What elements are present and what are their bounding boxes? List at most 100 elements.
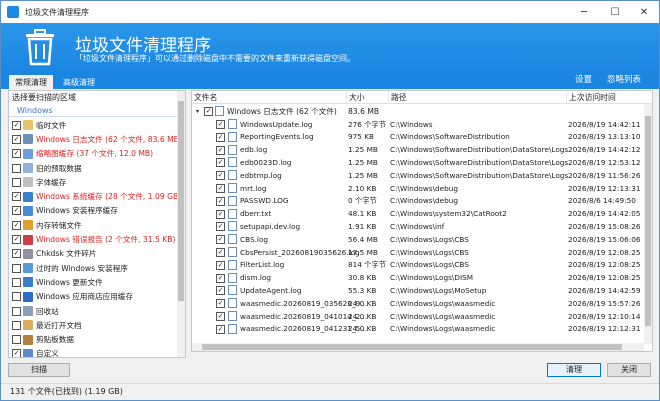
- scan-area-item[interactable]: 缩略图缓存 (37 个文件, 12.0 MB): [9, 147, 185, 161]
- row-checkbox[interactable]: [216, 299, 225, 309]
- scan-area-item[interactable]: 剪贴板数据: [9, 332, 185, 346]
- row-checkbox[interactable]: [216, 145, 225, 155]
- table-row[interactable]: dism.log 30.8 KB C:\Windows\Logs\DISM 2026/…: [192, 272, 644, 285]
- scan-area-item[interactable]: Windows 系统缓存 (28 个文件, 1.09 GB): [9, 189, 185, 203]
- collapse-icon[interactable]: ▾: [196, 108, 204, 115]
- scan-area-checkbox[interactable]: [12, 249, 21, 259]
- left-scrollbar[interactable]: [177, 91, 185, 357]
- scan-area-item[interactable]: Windows 安装程序缓存: [9, 204, 185, 218]
- clean-button[interactable]: 清理: [547, 363, 601, 377]
- table-row[interactable]: dberr.txt 48.1 KB C:\Windows\system32\CatR…: [192, 208, 644, 221]
- row-checkbox[interactable]: [216, 132, 225, 142]
- cell-name: FilterList.log: [240, 260, 285, 270]
- ignore-list-link[interactable]: 忽略列表: [607, 73, 641, 85]
- table-row[interactable]: CBS.log 56.4 MB C:\Windows\Logs\CBS 2026/8/…: [192, 233, 644, 246]
- scan-area-checkbox[interactable]: [12, 149, 21, 159]
- scan-area-item[interactable]: Windows 错误报告 (2 个文件, 31.5 KB): [9, 232, 185, 246]
- row-checkbox[interactable]: [216, 286, 225, 296]
- tab-advanced-clean[interactable]: 高级清理: [57, 75, 101, 89]
- row-checkbox[interactable]: [216, 120, 225, 129]
- table-row[interactable]: edb0023D.log 1.25 MB C:\Windows\SoftwareDi…: [192, 156, 644, 169]
- tab-general-clean[interactable]: 常规清理: [9, 75, 53, 89]
- row-checkbox[interactable]: [216, 235, 225, 245]
- scan-area-item[interactable]: 内存转储文件: [9, 218, 185, 232]
- scan-area-checkbox[interactable]: [12, 320, 21, 330]
- table-row[interactable]: waasmedic.20260819_041231_5...24.0 KBC:\…: [192, 323, 644, 336]
- scan-area-label: Windows 安装程序缓存: [36, 206, 118, 216]
- table-row[interactable]: mrt.log 2.10 KB C:\Windows\debug 2026/8/19 …: [192, 182, 644, 195]
- table-group-row[interactable]: ▾ Windows 日志文件 (62 个文件) 83.6 MB: [192, 105, 644, 117]
- table-row[interactable]: waasmedic.20260819_041014_2...24.0 KBC:\…: [192, 310, 644, 323]
- scan-area-item[interactable]: Windows 日志文件 (62 个文件, 83.6 MB): [9, 132, 185, 146]
- cell-time: 2026/8/19 14:42:12: [568, 145, 641, 155]
- scan-area-checkbox[interactable]: [12, 335, 21, 345]
- scan-area-item[interactable]: 最近打开文档: [9, 318, 185, 332]
- scan-area-checkbox[interactable]: [12, 306, 21, 316]
- table-row[interactable]: FilterList.log 814 个字节C:\Windows\Logs\CBS…: [192, 259, 644, 272]
- col-name-header[interactable]: 文件名: [192, 91, 346, 104]
- table-row[interactable]: waasmedic.20260819_035626_9...24.0 KBC:\…: [192, 297, 644, 310]
- scan-area-item[interactable]: 旧的预取数据: [9, 161, 185, 175]
- scan-area-checkbox[interactable]: [12, 134, 21, 144]
- col-size-header[interactable]: 大小: [346, 91, 388, 104]
- scan-area-item[interactable]: 自定义: [9, 347, 185, 357]
- close-icon[interactable]: ✕: [629, 1, 659, 23]
- scan-button[interactable]: 扫描: [8, 363, 70, 377]
- left-scroll-thumb[interactable]: [178, 101, 184, 301]
- scan-area-item[interactable]: Windows 更新文件: [9, 275, 185, 289]
- table-row[interactable]: UpdateAgent.log 55.3 KB C:\Windows\Logs\Mo…: [192, 284, 644, 297]
- row-checkbox[interactable]: [216, 248, 225, 257]
- scan-area-checkbox[interactable]: [12, 192, 21, 202]
- scan-area-checkbox[interactable]: [12, 277, 21, 287]
- scan-area-checkbox[interactable]: [12, 163, 21, 173]
- settings-link[interactable]: 设置: [575, 73, 592, 85]
- table-scrollbar[interactable]: [644, 104, 652, 344]
- scan-area-item[interactable]: 回收站: [9, 304, 185, 318]
- cell-time: 2026/8/19 14:42:05: [568, 209, 641, 219]
- scan-area-checkbox[interactable]: [12, 206, 21, 216]
- table-row[interactable]: edb.log 1.25 MB C:\Windows\SoftwareDistrib…: [192, 144, 644, 157]
- row-checkbox[interactable]: [216, 209, 225, 219]
- table-row[interactable]: PASSWD.LOG 0 个字节 C:\Windows\debug 2026/8/6 …: [192, 195, 644, 208]
- scan-area-checkbox[interactable]: [12, 220, 21, 230]
- table-hscroll-thumb[interactable]: [202, 344, 622, 350]
- table-scroll-thumb[interactable]: [645, 116, 651, 326]
- scan-area-checkbox[interactable]: [12, 235, 21, 245]
- table-row[interactable]: ReportingEvents.log 975 KB C:\Windows\Soft…: [192, 131, 644, 144]
- scan-area-item[interactable]: 字体缓存: [9, 175, 185, 189]
- close-button[interactable]: 关闭: [607, 363, 651, 377]
- row-checkbox[interactable]: [216, 312, 225, 321]
- row-checkbox[interactable]: [216, 324, 225, 334]
- scan-area-item[interactable]: Chkdsk 文件碎片: [9, 247, 185, 261]
- cell-size: 24.0 KB: [348, 298, 377, 308]
- minimize-icon[interactable]: ─: [569, 1, 599, 23]
- col-path-header[interactable]: 路径: [388, 91, 566, 104]
- table-row[interactable]: setupapi.dev.log 1.91 KB C:\Windows\inf 202…: [192, 220, 644, 233]
- cell-name: setupapi.dev.log: [240, 221, 301, 231]
- maximize-icon[interactable]: ☐: [600, 1, 630, 23]
- table-row[interactable]: edbtmp.log 1.25 MB C:\Windows\SoftwareDist…: [192, 169, 644, 182]
- table-row[interactable]: WindowsUpdate.log 276 个字节C:\Windows 2026/8…: [192, 118, 644, 131]
- scan-area-checkbox[interactable]: [12, 292, 21, 302]
- scan-area-checkbox[interactable]: [12, 177, 21, 187]
- group-checkbox[interactable]: [204, 106, 213, 116]
- table-row[interactable]: CbsPersist_20260819035626.log17.5 MB C:\W…: [192, 246, 644, 259]
- scan-area-checkbox[interactable]: [12, 349, 21, 357]
- row-checkbox[interactable]: [216, 158, 225, 168]
- scan-area-item[interactable]: 临时文件: [9, 118, 185, 132]
- row-checkbox[interactable]: [216, 184, 225, 193]
- row-checkbox[interactable]: [216, 273, 225, 283]
- row-checkbox[interactable]: [216, 260, 225, 270]
- scan-area-item[interactable]: Windows 应用商店应用缓存: [9, 290, 185, 304]
- cell-size: 814 个字节: [348, 260, 387, 270]
- col-time-header[interactable]: 上次访问时间: [566, 91, 646, 104]
- table-hscrollbar[interactable]: [192, 343, 644, 351]
- table-header: 文件名 大小 路径 上次访问时间: [192, 91, 652, 104]
- scan-area-checkbox[interactable]: [12, 263, 21, 273]
- scan-area-checkbox[interactable]: [12, 120, 21, 130]
- row-checkbox[interactable]: [216, 171, 225, 181]
- row-checkbox[interactable]: [216, 222, 225, 232]
- scan-area-item[interactable]: 过时的 Windows 安装程序: [9, 261, 185, 275]
- row-checkbox[interactable]: [216, 196, 225, 206]
- cell-name: CbsPersist_20260819035626.log: [240, 247, 360, 257]
